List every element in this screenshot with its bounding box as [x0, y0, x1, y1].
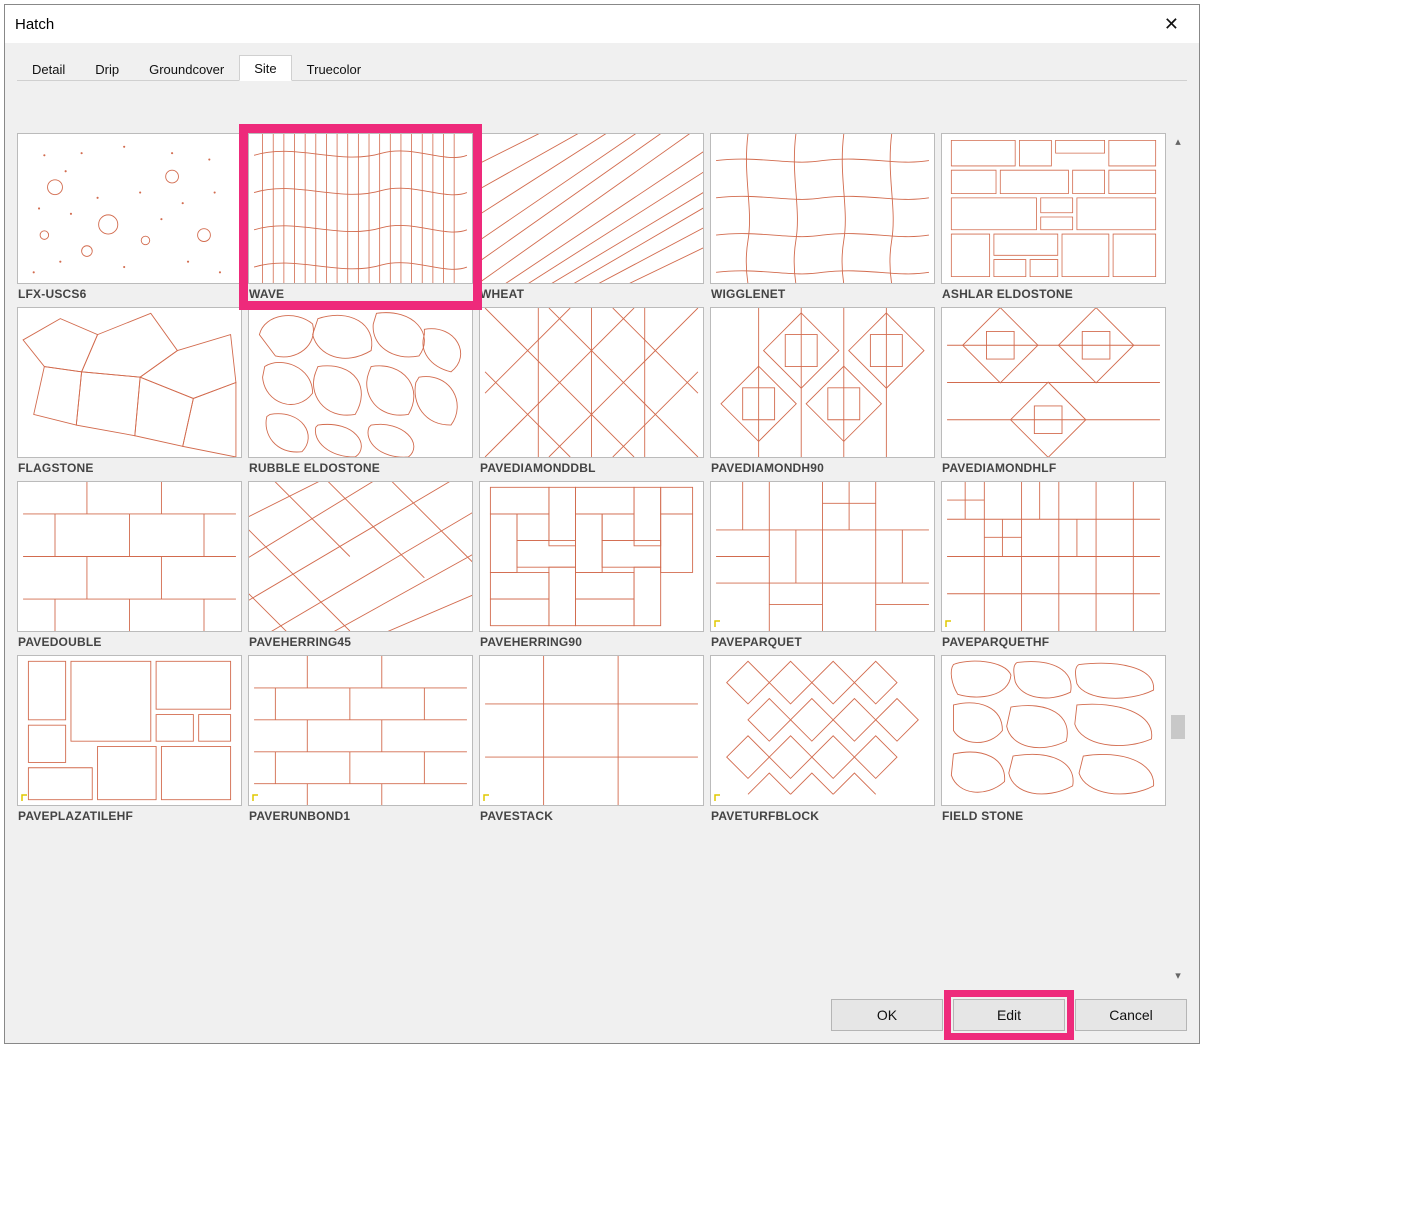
scroll-thumb[interactable] — [1171, 715, 1185, 739]
tab-drip[interactable]: Drip — [80, 56, 134, 81]
pattern-label: PAVEPARQUET — [710, 632, 935, 649]
pattern-field-stone[interactable]: FIELD STONE — [941, 655, 1166, 823]
pattern-wave[interactable]: WAVE — [239, 124, 482, 310]
pattern-paveparquet[interactable]: PAVEPARQUET — [710, 481, 935, 649]
pattern-label: LFX-USCS6 — [17, 284, 242, 301]
pattern-label: PAVEDIAMONDDBL — [479, 458, 704, 475]
dialog-title: Hatch — [15, 16, 54, 33]
pattern-pavestack[interactable]: PAVESTACK — [479, 655, 704, 823]
pattern-label: PAVESTACK — [479, 806, 704, 823]
pattern-wheat[interactable]: WHEAT — [479, 133, 704, 301]
pattern-label: FLAGSTONE — [17, 458, 242, 475]
pattern-label: PAVEDIAMONDHLF — [941, 458, 1166, 475]
cancel-button[interactable]: Cancel — [1075, 999, 1187, 1031]
pattern-grid: LFX-USCS6 — [17, 133, 1166, 985]
pattern-paveherring90[interactable]: PAVEHERRING90 — [479, 481, 704, 649]
ok-button[interactable]: OK — [831, 999, 943, 1031]
pattern-pavediamondh90[interactable]: PAVEDIAMONDH90 — [710, 307, 935, 475]
tab-detail[interactable]: Detail — [17, 56, 80, 81]
pattern-paveparquethf[interactable]: PAVEPARQUETHF — [941, 481, 1166, 649]
tab-site[interactable]: Site — [239, 55, 291, 81]
pattern-paveherring45[interactable]: PAVEHERRING45 — [248, 481, 473, 649]
pattern-paveturfblock[interactable]: PAVETURFBLOCK — [710, 655, 935, 823]
pattern-label: PAVETURFBLOCK — [710, 806, 935, 823]
pattern-pavediamondhlf[interactable]: PAVEDIAMONDHLF — [941, 307, 1166, 475]
pattern-label: WIGGLENET — [710, 284, 935, 301]
pattern-label: PAVEDIAMONDH90 — [710, 458, 935, 475]
pattern-label: ASHLAR ELDOSTONE — [941, 284, 1166, 301]
pattern-label: RUBBLE ELDOSTONE — [248, 458, 473, 475]
scrollbar[interactable]: ▴ ▾ — [1169, 133, 1187, 985]
pattern-paverunbond1[interactable]: PAVERUNBOND1 — [248, 655, 473, 823]
pattern-pavedouble[interactable]: PAVEDOUBLE — [17, 481, 242, 649]
pattern-label: FIELD STONE — [941, 806, 1166, 823]
close-icon[interactable]: ✕ — [1154, 10, 1189, 39]
button-bar: OK Edit Cancel — [17, 985, 1187, 1031]
pattern-label: PAVEPLAZATILEHF — [17, 806, 242, 823]
pattern-rubble-eldostone[interactable]: RUBBLE ELDOSTONE — [248, 307, 473, 475]
titlebar: Hatch ✕ — [5, 5, 1199, 43]
pattern-label: PAVEHERRING45 — [248, 632, 473, 649]
pattern-flagstone[interactable]: FLAGSTONE — [17, 307, 242, 475]
content: LFX-USCS6 — [17, 133, 1187, 985]
pattern-ashlar-eldostone[interactable]: ASHLAR ELDOSTONE — [941, 133, 1166, 301]
tab-truecolor[interactable]: Truecolor — [292, 56, 376, 81]
dialog-body: Detail Drip Groundcover Site Truecolor — [5, 43, 1199, 1043]
pattern-label: WHEAT — [479, 284, 704, 301]
scroll-up-icon[interactable]: ▴ — [1169, 133, 1187, 151]
pattern-wigglenet[interactable]: WIGGLENET — [710, 133, 935, 301]
pattern-paveplazatilehf[interactable]: PAVEPLAZATILEHF — [17, 655, 242, 823]
edit-button[interactable]: Edit — [953, 999, 1065, 1031]
pattern-pavediamonddbl[interactable]: PAVEDIAMONDDBL — [479, 307, 704, 475]
scroll-down-icon[interactable]: ▾ — [1169, 967, 1187, 985]
pattern-lfx-uscs6[interactable]: LFX-USCS6 — [17, 133, 242, 301]
pattern-label: PAVEHERRING90 — [479, 632, 704, 649]
pattern-label: WAVE — [248, 284, 473, 301]
pattern-label: PAVEDOUBLE — [17, 632, 242, 649]
pattern-label: PAVEPARQUETHF — [941, 632, 1166, 649]
hatch-dialog: Hatch ✕ Detail Drip Groundcover Site Tru… — [4, 4, 1200, 1044]
pattern-label: PAVERUNBOND1 — [248, 806, 473, 823]
tab-bar: Detail Drip Groundcover Site Truecolor — [17, 53, 1187, 81]
tab-groundcover[interactable]: Groundcover — [134, 56, 239, 81]
